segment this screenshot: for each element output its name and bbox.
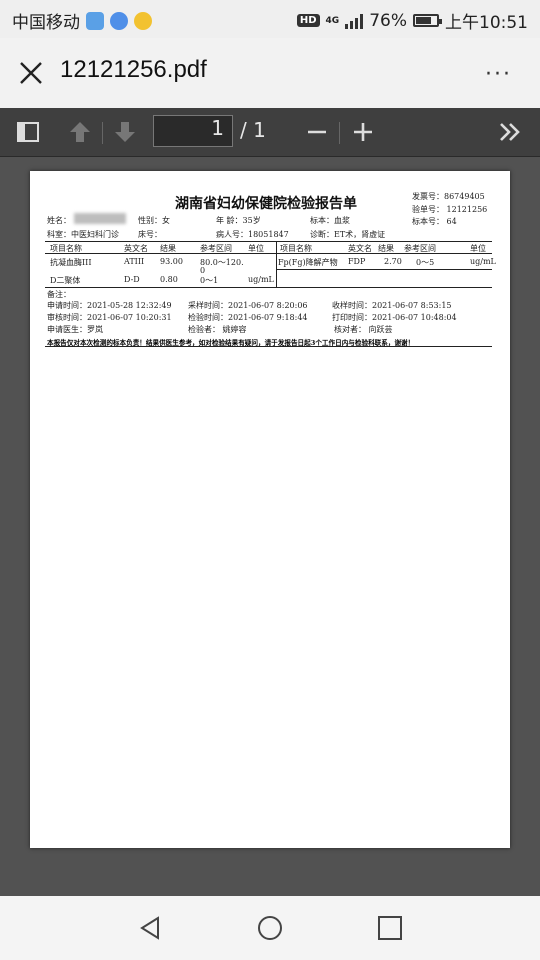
apply-time: 申请时间：2021-05-28 12:32:49 (47, 301, 172, 310)
page-number-input[interactable]: 1 (153, 115, 233, 147)
row-ref: 80.0～120. (200, 258, 244, 267)
requesting-doctor: 申请医生：罗岚 (47, 325, 103, 334)
recents-nav-icon[interactable] (376, 914, 404, 942)
tester: 检验者： 姚婷容 (188, 325, 247, 334)
toolbar-divider (339, 122, 340, 144)
row-result: 0.80 (160, 275, 178, 284)
baidu-notification-icon (110, 11, 128, 30)
right-row-result: 2.70 (384, 257, 402, 266)
department: 科室：中医妇科门诊 (47, 230, 119, 239)
table-column-divider (276, 241, 277, 287)
clock: 上午10:51 (445, 13, 528, 33)
print-time: 打印时间：2021-06-07 10:48:04 (332, 313, 457, 322)
app-notification-icon (86, 11, 104, 30)
more-options-icon[interactable]: ··· (485, 62, 512, 87)
signal-icon (345, 13, 364, 29)
receive-time: 收样时间：2021-06-07 8:53:15 (332, 301, 452, 310)
patient-name-label: 姓名： (47, 216, 71, 225)
hd-indicator: HD (296, 14, 320, 27)
row-unit: ug/mL (248, 275, 274, 284)
home-nav-icon[interactable] (256, 914, 284, 942)
app-title-bar: 12121256.pdf ··· (0, 38, 540, 108)
battery-icon (413, 14, 442, 27)
right-row-unit: ug/mL (470, 257, 496, 266)
row-result: 93.00 (160, 257, 183, 266)
more-tools-icon[interactable] (498, 120, 522, 144)
checker: 核对者： 向跃芸 (334, 325, 393, 334)
next-page-icon[interactable] (113, 120, 137, 144)
toolbar-divider (102, 122, 103, 144)
sample-number: 标本号： 64 (412, 217, 457, 226)
status-right: HD 4G 76% 上午10:51 (296, 8, 528, 33)
carrier-label: 中国移动 (12, 13, 80, 33)
row-en: D-D (124, 275, 140, 284)
pdf-viewer: 1 / 1 湖南省妇幼保健院检验报告单 发票号：86749405 验单号： 12… (0, 108, 540, 896)
table-header-rule (45, 253, 492, 254)
test-time: 检验时间：2021-06-07 9:18:44 (188, 313, 308, 322)
disclaimer-rule (45, 346, 492, 347)
close-icon[interactable] (18, 60, 44, 86)
row-ref: 0～1 (200, 276, 219, 285)
redacted-name (74, 213, 126, 224)
file-title: 12121256.pdf (60, 56, 207, 83)
system-nav-bar (0, 896, 540, 960)
right-row-item: Fp(Fg)降解产物 (278, 258, 338, 267)
bed-number: 床号： (138, 230, 162, 239)
row-item: D二聚体 (50, 276, 81, 285)
collect-time: 采样时间：2021-06-07 8:20:06 (188, 301, 308, 310)
network-type: 4G (325, 15, 340, 26)
battery-fill (416, 17, 432, 24)
right-row-rule (276, 269, 492, 270)
status-left: 中国移动 (12, 8, 152, 33)
status-bar: 中国移动 HD 4G 76% 上午10:51 (0, 0, 540, 38)
pdf-toolbar: 1 / 1 (0, 108, 540, 157)
page-total-label: / 1 (240, 118, 266, 142)
right-row-en: FDP (348, 257, 366, 266)
diagnosis: 诊断：ET术，肾虚证 (310, 230, 386, 239)
pdf-page: 湖南省妇幼保健院检验报告单 发票号：86749405 验单号： 12121256… (30, 171, 510, 848)
remark: 备注： (47, 290, 71, 299)
battery-percent: 76% (369, 10, 407, 31)
invoice-number: 发票号：86749405 (412, 192, 485, 201)
row-ref-wrap: 0 (200, 266, 206, 275)
face-notification-icon (134, 11, 152, 30)
table-bottom-rule (45, 287, 492, 288)
right-row-ref: 0～5 (416, 258, 435, 267)
test-number: 验单号： 12121256 (412, 205, 488, 214)
patient-number: 病人号：18051847 (216, 230, 289, 239)
table-top-rule (45, 241, 492, 242)
age: 年 龄：35岁 (216, 216, 261, 225)
row-en: ATIII (124, 257, 145, 266)
review-time: 审核时间：2021-06-07 10:20:31 (47, 313, 172, 322)
gender: 性别：女 (138, 216, 170, 225)
zoom-in-icon[interactable] (351, 120, 375, 144)
report-title: 湖南省妇幼保健院检验报告单 (175, 196, 357, 212)
sidebar-toggle-icon[interactable] (16, 120, 40, 144)
zoom-out-icon[interactable] (305, 120, 329, 144)
row-item: 抗凝血酶III (50, 258, 92, 267)
previous-page-icon[interactable] (68, 120, 92, 144)
specimen: 标本：血浆 (310, 216, 350, 225)
back-nav-icon[interactable] (136, 914, 164, 942)
